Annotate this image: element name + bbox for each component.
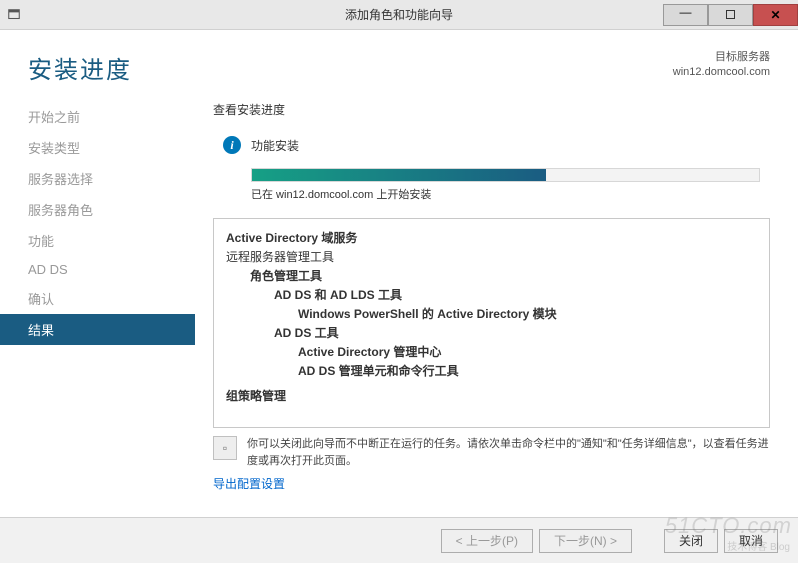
step-server-roles: 服务器角色 bbox=[0, 194, 195, 225]
system-menu-icon[interactable] bbox=[0, 1, 28, 29]
progress-section: 已在 win12.domcool.com 上开始安装 bbox=[251, 168, 760, 202]
close-button[interactable]: ✕ bbox=[753, 4, 798, 26]
step-features: 功能 bbox=[0, 225, 195, 256]
step-server-select: 服务器选择 bbox=[0, 163, 195, 194]
step-install-type: 安装类型 bbox=[0, 132, 195, 163]
content-subtitle: 查看安装进度 bbox=[213, 101, 770, 118]
next-button: 下一步(N) > bbox=[539, 529, 632, 553]
background-note: ▫ 你可以关闭此向导而不中断正在运行的任务。请依次单击命令栏中的"通知"和"任务… bbox=[213, 436, 770, 469]
wizard-steps-sidebar: 开始之前 安装类型 服务器选择 服务器角色 功能 AD DS 确认 结果 bbox=[0, 97, 195, 529]
install-details-box[interactable]: Active Directory 域服务 远程服务器管理工具 角色管理工具 AD… bbox=[213, 218, 770, 428]
detail-line: AD DS 和 AD LDS 工具 bbox=[274, 286, 757, 303]
detail-line: 远程服务器管理工具 bbox=[226, 248, 757, 265]
export-config-link[interactable]: 导出配置设置 bbox=[213, 475, 770, 492]
titlebar: 添加角色和功能向导 — ✕ bbox=[0, 0, 798, 30]
step-before-begin: 开始之前 bbox=[0, 101, 195, 132]
detail-line: AD DS 管理单元和命令行工具 bbox=[298, 362, 757, 379]
progress-fill bbox=[252, 169, 546, 181]
detail-line: Active Directory 管理中心 bbox=[298, 343, 757, 360]
cancel-button[interactable]: 取消 bbox=[724, 529, 778, 553]
window-title: 添加角色和功能向导 bbox=[345, 6, 453, 23]
note-text: 你可以关闭此向导而不中断正在运行的任务。请依次单击命令栏中的"通知"和"任务详细… bbox=[247, 436, 770, 469]
flag-icon: ▫ bbox=[213, 436, 237, 460]
detail-line: AD DS 工具 bbox=[274, 324, 757, 341]
info-icon: i bbox=[223, 136, 241, 154]
wizard-content: 查看安装进度 i 功能安装 已在 win12.domcool.com 上开始安装… bbox=[195, 97, 798, 529]
detail-line: Windows PowerShell 的 Active Directory 模块 bbox=[298, 305, 757, 322]
step-adds: AD DS bbox=[0, 256, 195, 283]
progress-bar bbox=[251, 168, 760, 182]
close-wizard-button[interactable]: 关闭 bbox=[664, 529, 718, 553]
previous-button: < 上一步(P) bbox=[441, 529, 533, 553]
detail-line: 角色管理工具 bbox=[250, 267, 757, 284]
step-results: 结果 bbox=[0, 314, 195, 345]
wizard-body: 开始之前 安装类型 服务器选择 服务器角色 功能 AD DS 确认 结果 查看安… bbox=[0, 97, 798, 529]
install-status-row: i 功能安装 bbox=[223, 136, 770, 154]
progress-caption: 已在 win12.domcool.com 上开始安装 bbox=[251, 186, 760, 202]
window-buttons: — ✕ bbox=[663, 4, 798, 26]
install-status-text: 功能安装 bbox=[251, 137, 299, 154]
detail-line: Active Directory 域服务 bbox=[226, 229, 757, 246]
target-server-name: win12.domcool.com bbox=[673, 65, 770, 80]
wizard-footer: < 上一步(P) 下一步(N) > 关闭 取消 bbox=[0, 517, 798, 563]
wizard-header: 安装进度 目标服务器 win12.domcool.com bbox=[0, 30, 798, 97]
minimize-button[interactable]: — bbox=[663, 4, 708, 26]
page-heading: 安装进度 bbox=[28, 50, 132, 85]
target-label: 目标服务器 bbox=[673, 50, 770, 65]
detail-line: 组策略管理 bbox=[226, 387, 757, 404]
step-confirm: 确认 bbox=[0, 283, 195, 314]
target-server-info: 目标服务器 win12.domcool.com bbox=[673, 50, 770, 81]
maximize-button[interactable] bbox=[708, 4, 753, 26]
